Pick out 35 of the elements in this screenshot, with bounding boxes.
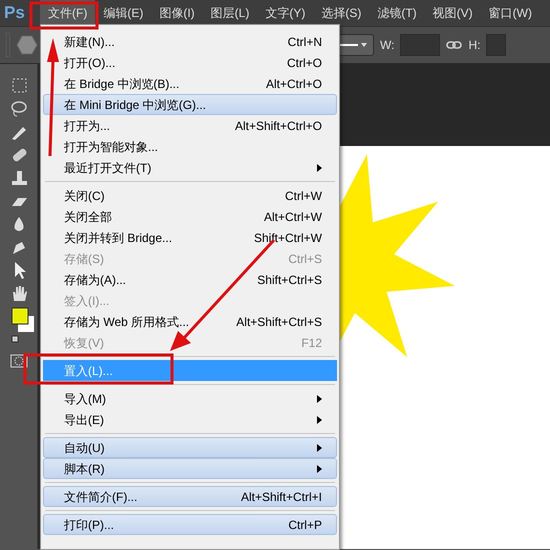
menu-item[interactable]: 文件简介(F)... Alt+Shift+Ctrl+I — [43, 486, 337, 507]
menu-item[interactable]: 导出(E) — [43, 409, 337, 430]
menu-bar-item[interactable]: 文字(Y) — [257, 0, 314, 26]
annotation-frame — [30, 2, 98, 30]
menu-bar-item[interactable]: 窗口(W) — [480, 0, 540, 26]
menu-item[interactable]: 打开为... Alt+Shift+Ctrl+O — [43, 115, 337, 136]
menu-item[interactable]: 脚本(R) — [43, 458, 337, 479]
menu-item[interactable]: 打开为智能对象... — [43, 136, 337, 157]
menu-bar-item[interactable]: 图像(I) — [151, 0, 203, 26]
grip-icon — [6, 33, 10, 57]
height-label: H: — [468, 37, 480, 54]
menu-item[interactable]: 新建(N)... Ctrl+N — [43, 31, 337, 52]
menu-bar-item[interactable]: 选择(S) — [313, 0, 370, 26]
menu-bar-item[interactable]: 滤镜(T) — [369, 0, 425, 26]
hexagon-icon[interactable] — [16, 35, 38, 55]
menu-bar-item[interactable]: 编辑(E) — [95, 0, 152, 26]
menu-bar-item[interactable]: 图层(L) — [202, 0, 258, 26]
menu-item[interactable]: 关闭并转到 Bridge... Shift+Ctrl+W — [43, 227, 337, 248]
menu-bar-item[interactable]: 视图(V) — [424, 0, 481, 26]
menu-item[interactable]: 打印(P)... Ctrl+P — [43, 514, 337, 535]
menu-item[interactable]: 打开(O)... Ctrl+O — [43, 52, 337, 73]
menu-item[interactable]: 关闭(C) Ctrl+W — [43, 185, 337, 206]
width-field[interactable] — [400, 34, 440, 56]
link-icon[interactable] — [446, 40, 462, 50]
menu-item[interactable]: 导入(M) — [43, 388, 337, 409]
app-logo: Ps — [3, 2, 26, 24]
menu-item[interactable]: 最近打开文件(T) — [43, 157, 337, 178]
menu-item[interactable]: 存储为 Web 所用格式... Alt+Shift+Ctrl+S — [43, 311, 337, 332]
menu-item[interactable]: 自动(U) — [43, 437, 337, 458]
menu-item[interactable]: 关闭全部 Alt+Ctrl+W — [43, 206, 337, 227]
menu-item[interactable]: 在 Bridge 中浏览(B)... Alt+Ctrl+O — [43, 73, 337, 94]
menu-item[interactable]: 在 Mini Bridge 中浏览(G)... — [43, 94, 337, 115]
menu-item[interactable]: 存储为(A)... Shift+Ctrl+S — [43, 269, 337, 290]
height-field[interactable] — [486, 34, 506, 56]
width-label: W: — [380, 37, 394, 54]
